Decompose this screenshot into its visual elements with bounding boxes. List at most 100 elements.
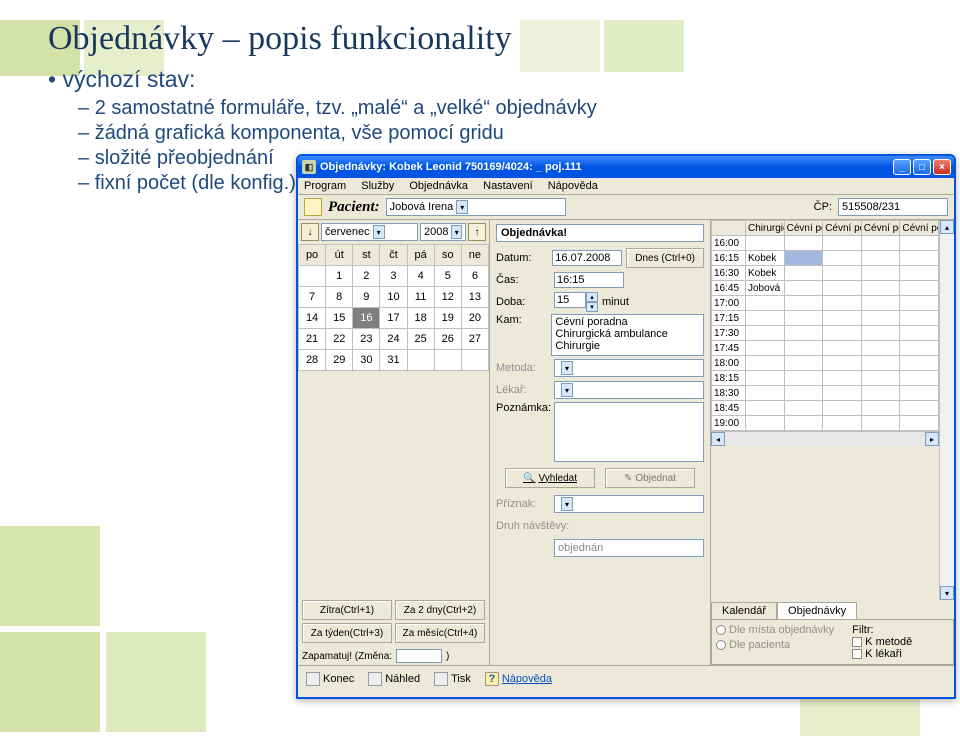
horizontal-scrollbar[interactable]: ◂ ▸ (711, 431, 939, 446)
grid-cell[interactable] (746, 296, 785, 311)
scroll-right-icon[interactable]: ▸ (925, 432, 939, 446)
grid-cell[interactable] (900, 356, 939, 371)
menu-objednavka[interactable]: Objednávka (409, 180, 468, 192)
grid-col-header[interactable]: Cévní por (823, 221, 862, 236)
grid-cell[interactable] (900, 326, 939, 341)
cal-day[interactable]: 26 (434, 329, 461, 350)
cal-day[interactable]: 1 (326, 266, 353, 287)
zitra-button[interactable]: Zítra(Ctrl+1) (302, 600, 392, 620)
grid-cell[interactable] (784, 401, 823, 416)
grid-cell[interactable] (823, 251, 862, 266)
tisk-button[interactable]: Tisk (434, 672, 471, 686)
datum-input[interactable] (552, 250, 622, 266)
grid-cell[interactable] (900, 416, 939, 431)
grid-cell[interactable] (823, 416, 862, 431)
cal-day[interactable]: 7 (299, 287, 326, 308)
grid-col-header[interactable]: Cévní por (861, 221, 900, 236)
grid-cell[interactable] (861, 341, 900, 356)
cal-day[interactable]: 12 (434, 287, 461, 308)
grid-cell[interactable] (746, 326, 785, 341)
chevron-down-icon[interactable]: ▾ (561, 361, 573, 375)
cal-day[interactable]: 31 (380, 350, 407, 371)
cas-input[interactable] (554, 272, 624, 288)
grid-cell[interactable]: Kobek (746, 266, 785, 281)
cal-day[interactable]: 30 (353, 350, 380, 371)
scroll-up-icon[interactable]: ▴ (940, 220, 954, 234)
vertical-scrollbar[interactable]: ▴ ▾ (939, 220, 954, 600)
tab-objednavky[interactable]: Objednávky (777, 602, 857, 619)
radio-dle-mista[interactable]: Dle místa objednávky (716, 624, 834, 636)
cal-day[interactable]: 16 (353, 308, 380, 329)
cal-day[interactable]: 10 (380, 287, 407, 308)
check-kmetode[interactable]: K metodě (852, 636, 912, 648)
cal-day[interactable]: 25 (407, 329, 434, 350)
kam-option[interactable]: Chirurgická ambulance (553, 328, 702, 340)
kam-listbox[interactable]: Cévní poradnaChirurgická ambulanceChirur… (551, 314, 704, 356)
scroll-down-icon[interactable]: ▾ (940, 586, 954, 600)
grid-cell[interactable] (900, 236, 939, 251)
cal-day[interactable]: 9 (353, 287, 380, 308)
grid-cell[interactable] (784, 281, 823, 296)
konec-button[interactable]: Konec (306, 672, 354, 686)
grid-cell[interactable] (823, 326, 862, 341)
cal-day[interactable] (434, 350, 461, 371)
cal-day[interactable]: 8 (326, 287, 353, 308)
grid-cell[interactable] (746, 236, 785, 251)
grid-cell[interactable] (900, 386, 939, 401)
grid-cell[interactable] (823, 236, 862, 251)
cal-day[interactable]: 2 (353, 266, 380, 287)
grid-cell[interactable] (784, 311, 823, 326)
menu-sluzby[interactable]: Služby (361, 180, 394, 192)
close-button[interactable]: × (933, 159, 951, 175)
cal-day[interactable]: 19 (434, 308, 461, 329)
cal-day[interactable]: 11 (407, 287, 434, 308)
grid-cell[interactable] (746, 401, 785, 416)
metoda-combo[interactable]: ▾ (554, 359, 704, 377)
cp-field[interactable]: 515508/231 (838, 198, 948, 216)
check-klekari[interactable]: K lékaři (852, 648, 912, 660)
cal-day[interactable] (299, 266, 326, 287)
grid-cell[interactable] (823, 296, 862, 311)
grid-col-header[interactable] (712, 221, 746, 236)
titlebar[interactable]: ◧ Objednávky: Kobek Leonid 750169/4024: … (298, 156, 954, 178)
grid-cell[interactable] (746, 371, 785, 386)
month-combo[interactable]: červenec ▾ (321, 223, 418, 241)
lekar-combo[interactable]: ▾ (554, 381, 704, 399)
year-combo[interactable]: 2008 ▾ (420, 223, 466, 241)
zamesic-button[interactable]: Za měsíc(Ctrl+4) (395, 623, 485, 643)
cal-day[interactable]: 20 (461, 308, 488, 329)
cal-day[interactable] (461, 350, 488, 371)
menu-nastaveni[interactable]: Nastavení (483, 180, 533, 192)
radio-dle-pacienta[interactable]: Dle pacienta (716, 639, 834, 651)
tab-kalendar[interactable]: Kalendář (711, 602, 777, 619)
grid-cell[interactable] (861, 356, 900, 371)
chevron-down-icon[interactable]: ▾ (451, 225, 462, 239)
grid-cell[interactable] (900, 401, 939, 416)
grid-cell[interactable] (861, 326, 900, 341)
minimize-button[interactable]: _ (893, 159, 911, 175)
grid-col-header[interactable]: Cévní por (784, 221, 823, 236)
calendar-grid[interactable]: poútstčtpásone12345678910111213141516171… (298, 244, 489, 371)
cal-day[interactable]: 27 (461, 329, 488, 350)
objednat-button[interactable]: ✎Objednat (605, 468, 695, 488)
grid-col-header[interactable]: Chirurgick (746, 221, 785, 236)
kam-option[interactable]: Cévní poradna (553, 316, 702, 328)
grid-cell[interactable] (900, 296, 939, 311)
grid-cell[interactable] (823, 266, 862, 281)
cal-day[interactable]: 14 (299, 308, 326, 329)
cal-day[interactable]: 28 (299, 350, 326, 371)
grid-cell[interactable] (784, 326, 823, 341)
cal-day[interactable]: 29 (326, 350, 353, 371)
grid-cell[interactable]: Jobová (746, 281, 785, 296)
grid-cell[interactable] (823, 356, 862, 371)
cal-day[interactable] (407, 350, 434, 371)
grid-cell[interactable] (746, 311, 785, 326)
grid-col-header[interactable]: Cévní por (900, 221, 939, 236)
grid-cell[interactable] (900, 371, 939, 386)
doba-stepper[interactable]: ▴▾ (554, 292, 598, 312)
cal-day[interactable]: 6 (461, 266, 488, 287)
grid-cell[interactable] (861, 296, 900, 311)
grid-cell[interactable] (900, 266, 939, 281)
grid-cell[interactable] (823, 386, 862, 401)
cal-day[interactable]: 24 (380, 329, 407, 350)
